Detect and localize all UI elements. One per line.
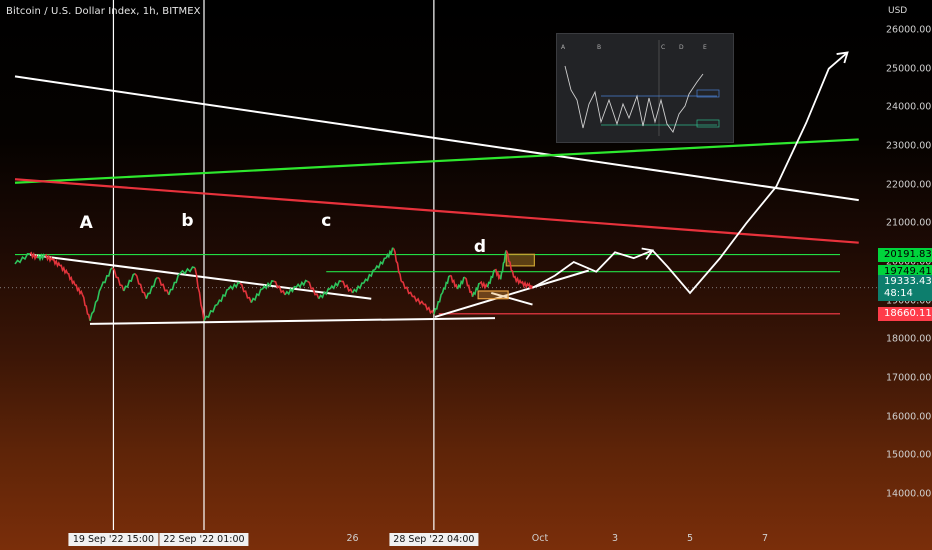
y-tick-label: 26000.00	[886, 24, 932, 36]
y-tick-label: 17000.00	[886, 372, 932, 384]
trend-line	[434, 269, 590, 318]
y-tick-label: 18000.00	[886, 333, 932, 345]
chart-title: Bitcoin / U.S. Dollar Index, 1h, BITMEX	[6, 6, 201, 17]
price-tag: 19333.43 48:14	[878, 274, 932, 301]
y-tick-label: 25000.00	[886, 63, 932, 75]
price-segment	[329, 279, 342, 290]
chart-plot	[0, 0, 878, 530]
wave-label: d	[473, 236, 487, 257]
x-tick-label: 26	[346, 533, 359, 544]
price-segment	[44, 253, 54, 263]
y-tick-label: 24000.00	[886, 101, 932, 113]
y-tick-label: 16000.00	[886, 411, 932, 423]
price-segment	[167, 273, 181, 296]
price-segment	[74, 284, 84, 296]
price-segment	[89, 286, 102, 321]
price-segment	[392, 248, 403, 282]
trend-line	[14, 178, 859, 244]
inset-pattern-line	[564, 65, 704, 133]
wave-label: c	[321, 211, 332, 232]
price-tag: 20191.83	[878, 247, 932, 262]
price-tag-countdown: 48:14	[884, 287, 913, 299]
price-segment	[228, 281, 241, 291]
x-tick-label: 5	[686, 533, 694, 544]
highlight-box	[477, 290, 509, 300]
price-segment	[479, 280, 489, 290]
price-tag-value: 20191.83	[884, 248, 932, 260]
currency-label: USD	[888, 6, 908, 16]
price-segment	[400, 280, 414, 298]
price-segment	[111, 267, 125, 292]
price-segment	[433, 292, 444, 315]
price-segment	[441, 274, 451, 294]
inset-support-box	[696, 119, 720, 128]
x-cursor-label: 22 Sep '22 01:00	[159, 533, 249, 546]
price-segment	[216, 288, 230, 305]
x-tick-label: 3	[611, 533, 619, 544]
price-segment	[157, 276, 170, 296]
inset-label: A	[561, 44, 566, 51]
price-segment	[100, 267, 113, 288]
price-segment	[134, 273, 148, 299]
price-segment	[464, 276, 474, 297]
price-segment	[494, 268, 502, 281]
price-segment	[81, 294, 91, 321]
price-segment	[528, 281, 534, 290]
price-segment	[412, 295, 425, 306]
x-cursor-label: 19 Sep '22 15:00	[68, 533, 159, 546]
price-segment	[59, 264, 69, 275]
price-segment	[250, 288, 263, 303]
price-segment	[341, 280, 354, 294]
reference-pattern-image: A B C D E	[556, 33, 734, 143]
y-tick-label: 21000.00	[886, 217, 932, 229]
price-segment	[295, 279, 308, 289]
price-segment	[14, 253, 31, 265]
price-segment	[449, 274, 459, 290]
price-segment	[203, 303, 218, 322]
price-segment	[374, 257, 387, 271]
price-segment	[123, 272, 136, 292]
y-tick-label: 22000.00	[886, 179, 932, 191]
trend-line	[14, 138, 859, 184]
wave-label: b	[181, 211, 194, 232]
chart-canvas[interactable]: Bitcoin / U.S. Dollar Index, 1h, BITMEX …	[0, 0, 932, 550]
price-segment	[145, 276, 159, 300]
inset-label: B	[597, 44, 602, 51]
price-segment	[239, 282, 252, 303]
y-tick-label: 15000.00	[886, 449, 932, 461]
price-segment	[513, 275, 522, 286]
y-tick-label: 23000.00	[886, 140, 932, 152]
inset-label: C	[661, 44, 666, 51]
x-tick-label: 7	[761, 533, 769, 544]
inset-label: E	[703, 44, 707, 51]
price-segment	[67, 272, 76, 286]
price-segment	[179, 266, 196, 275]
inset-label: D	[679, 44, 684, 51]
price-segment	[423, 303, 435, 315]
price-tag: 18660.11	[878, 306, 932, 321]
x-cursor-label: 28 Sep '22 04:00	[389, 533, 479, 546]
y-tick-label: 14000.00	[886, 488, 932, 500]
price-segment	[486, 269, 496, 288]
wave-label: A	[79, 213, 93, 234]
price-segment	[351, 282, 364, 294]
price-segment	[385, 247, 394, 259]
price-tag-value: 18660.11	[884, 307, 932, 319]
price-tag-value: 19333.43	[884, 275, 932, 287]
price-segment	[520, 280, 530, 290]
price-segment	[456, 276, 466, 290]
x-tick-label: Oct	[531, 533, 549, 544]
price-segment	[52, 258, 61, 268]
